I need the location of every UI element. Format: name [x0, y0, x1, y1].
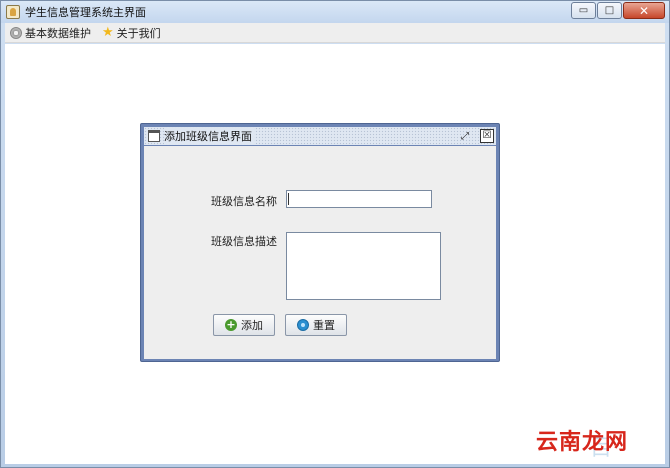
class-name-label: 班级信息名称 — [211, 195, 277, 208]
menu-basic-data-label: 基本数据维护 — [25, 26, 91, 40]
window-controls: ▭ □ ✕ — [570, 2, 665, 19]
gear-icon — [10, 26, 22, 39]
app-icon — [6, 5, 20, 19]
class-name-input[interactable] — [286, 190, 432, 208]
class-desc-label: 班级信息描述 — [211, 235, 277, 248]
window-title: 学生信息管理系统主界面 — [25, 6, 146, 19]
main-window: 学生信息管理系统主界面 ▭ □ ✕ 基本数据维护 ★ 关于我们 添加班级信息界面 — [0, 0, 670, 468]
close-button[interactable]: ✕ — [623, 2, 665, 19]
minimize-icon: ▭ — [578, 5, 589, 16]
dialog-close-button[interactable]: ☒ — [480, 129, 494, 143]
menu-bar: 基本数据维护 ★ 关于我们 — [5, 23, 665, 43]
close-icon: ☒ — [482, 130, 492, 141]
add-button-label: 添加 — [241, 319, 263, 332]
restore-icon: ⤢ — [461, 130, 469, 142]
frame-icon — [148, 130, 160, 142]
add-icon: + — [225, 318, 237, 331]
add-button[interactable]: + 添加 — [213, 314, 275, 336]
add-class-dialog: 添加班级信息界面 ⤢ ☒ 班级信息名称 班级信息描述 + 添加 重置 — [140, 123, 500, 362]
close-icon: ✕ — [638, 3, 650, 18]
dialog-body: 班级信息名称 班级信息描述 + 添加 重置 — [144, 146, 496, 359]
star-icon: ★ — [102, 24, 114, 40]
maximize-icon: □ — [604, 5, 615, 16]
menu-about-us-label: 关于我们 — [116, 26, 161, 40]
maximize-button[interactable]: □ — [597, 2, 622, 19]
minimize-button[interactable]: ▭ — [571, 2, 596, 19]
dialog-controls: ⤢ ☒ — [450, 129, 494, 143]
menu-about-us[interactable]: ★ 关于我们 — [102, 25, 161, 41]
reset-icon — [297, 319, 309, 331]
window-titlebar[interactable]: 学生信息管理系统主界面 ▭ □ ✕ — [1, 1, 669, 23]
dialog-titlebar[interactable]: 添加班级信息界面 ⤢ ☒ — [144, 127, 496, 145]
watermark-text: 云南龙网 — [536, 430, 629, 455]
class-desc-textarea[interactable] — [286, 232, 441, 300]
reset-button-label: 重置 — [313, 319, 335, 332]
dialog-title: 添加班级信息界面 — [164, 128, 254, 144]
dialog-restore-button[interactable]: ⤢ — [458, 129, 472, 143]
menu-basic-data[interactable]: 基本数据维护 — [10, 25, 91, 41]
reset-button[interactable]: 重置 — [285, 314, 347, 336]
